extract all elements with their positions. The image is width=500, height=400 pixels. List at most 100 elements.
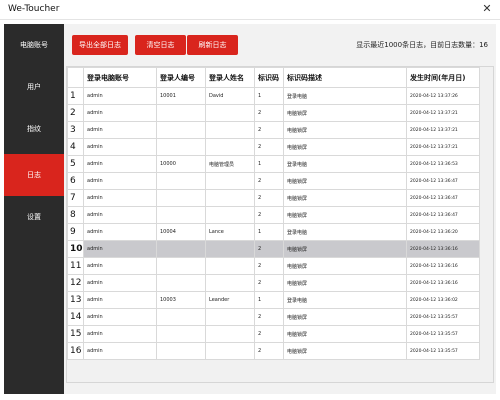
table-row[interactable]: 9 admin 10004 Lance 1 登录电脑 2020-04-12 13:36:20 (67, 223, 480, 241)
row-number: 6 (67, 172, 84, 190)
cell-code-desc: 电脑锁屏 (283, 240, 407, 258)
table-row[interactable]: 11 admin 2 电脑锁屏 2020-04-12 13:36:16 (67, 257, 480, 275)
cell-code-desc: 电脑锁屏 (283, 104, 407, 122)
table-row[interactable]: 12 admin 2 电脑锁屏 2020-04-12 13:36:16 (67, 274, 480, 292)
row-number: 8 (67, 206, 84, 224)
row-number: 4 (67, 138, 84, 156)
cell-account: admin (83, 291, 157, 309)
cell-user-name: Lance (205, 223, 255, 241)
cell-account: admin (83, 87, 157, 105)
sidebar-item-users[interactable]: 用户 (4, 66, 64, 108)
cell-code-desc: 电脑锁屏 (283, 206, 407, 224)
table-row[interactable]: 3 admin 2 电脑锁屏 2020-04-12 13:37:21 (67, 121, 480, 139)
cell-code: 2 (254, 189, 284, 207)
table-row[interactable]: 8 admin 2 电脑锁屏 2020-04-12 13:36:47 (67, 206, 480, 224)
cell-code-desc: 登录电脑 (283, 223, 407, 241)
cell-time: 2020-04-12 13:35:57 (406, 325, 480, 343)
cell-user-name: Leander (205, 291, 255, 309)
cell-code: 2 (254, 308, 284, 326)
row-number: 12 (67, 274, 84, 292)
cell-code-desc: 电脑锁屏 (283, 274, 407, 292)
cell-user-name: 电脑管理员 (205, 155, 255, 173)
log-panel: 导出全部日志 清空日志 刷新日志 显示最近1000条日志，目前日志数量：16 登… (64, 24, 496, 394)
cell-user-name (205, 325, 255, 343)
table-row[interactable]: 7 admin 2 电脑锁屏 2020-04-12 13:36:47 (67, 189, 480, 207)
cell-code: 2 (254, 257, 284, 275)
cell-user-id: 10003 (156, 291, 206, 309)
cell-user-name (205, 274, 255, 292)
column-header-time[interactable]: 发生时间(年月日) (406, 67, 480, 88)
cell-code-desc: 电脑锁屏 (283, 172, 407, 190)
table-row[interactable]: 13 admin 10003 Leander 1 登录电脑 2020-04-12 13:36… (67, 291, 480, 309)
cell-code-desc: 电脑锁屏 (283, 121, 407, 139)
cell-user-id (156, 189, 206, 207)
table-row[interactable]: 10 admin 2 电脑锁屏 2020-04-12 13:36:16 (67, 240, 480, 258)
cell-user-id (156, 342, 206, 360)
cell-code: 2 (254, 325, 284, 343)
cell-time: 2020-04-12 13:36:47 (406, 206, 480, 224)
cell-user-id: 10001 (156, 87, 206, 105)
cell-time: 2020-04-12 13:36:53 (406, 155, 480, 173)
log-table-container[interactable]: 登录电脑账号 登录人编号 登录人姓名 标识码 标识码描述 发生时间(年月日) 1… (66, 66, 494, 383)
table-row[interactable]: 14 admin 2 电脑锁屏 2020-04-12 13:35:57 (67, 308, 480, 326)
cell-account: admin (83, 206, 157, 224)
log-count-status: 显示最近1000条日志，目前日志数量：16 (356, 41, 488, 49)
row-number: 1 (67, 87, 84, 105)
table-row[interactable]: 4 admin 2 电脑锁屏 2020-04-12 13:37:21 (67, 138, 480, 156)
cell-user-name (205, 206, 255, 224)
cell-code-desc: 登录电脑 (283, 291, 407, 309)
cell-code-desc: 电脑锁屏 (283, 325, 407, 343)
refresh-logs-button[interactable]: 刷新日志 (187, 35, 238, 55)
cell-user-name (205, 342, 255, 360)
table-row[interactable]: 1 admin 10001 David 1 登录电脑 2020-04-12 13:37:26 (67, 87, 480, 105)
clear-logs-button[interactable]: 清空日志 (135, 35, 186, 55)
cell-account: admin (83, 172, 157, 190)
cell-account: admin (83, 121, 157, 139)
table-row[interactable]: 6 admin 2 电脑锁屏 2020-04-12 13:36:47 (67, 172, 480, 190)
cell-user-name (205, 104, 255, 122)
title-bar: We-Toucher ✕ (0, 0, 500, 20)
cell-user-name: David (205, 87, 255, 105)
cell-code-desc: 登录电脑 (283, 87, 407, 105)
cell-time: 2020-04-12 13:37:21 (406, 138, 480, 156)
cell-time: 2020-04-12 13:37:26 (406, 87, 480, 105)
cell-code: 1 (254, 291, 284, 309)
cell-time: 2020-04-12 13:36:47 (406, 189, 480, 207)
cell-code-desc: 电脑锁屏 (283, 257, 407, 275)
table-row[interactable]: 5 admin 10000 电脑管理员 1 登录电脑 2020-04-12 13:36:53 (67, 155, 480, 173)
column-header-account[interactable]: 登录电脑账号 (83, 67, 157, 88)
cell-user-id (156, 308, 206, 326)
sidebar-item-logs[interactable]: 日志 (4, 154, 64, 196)
column-header-user-name[interactable]: 登录人姓名 (205, 67, 255, 88)
export-all-logs-button[interactable]: 导出全部日志 (72, 35, 128, 55)
row-number: 7 (67, 189, 84, 207)
sidebar-item-settings[interactable]: 设置 (4, 196, 64, 238)
row-number: 13 (67, 291, 84, 309)
cell-code: 1 (254, 87, 284, 105)
column-header-user-id[interactable]: 登录人编号 (156, 67, 206, 88)
cell-user-id (156, 240, 206, 258)
row-number: 10 (67, 240, 84, 258)
cell-user-id (156, 121, 206, 139)
sidebar-item-fingerprint[interactable]: 指纹 (4, 108, 64, 150)
cell-code: 2 (254, 138, 284, 156)
cell-code-desc: 登录电脑 (283, 155, 407, 173)
cell-code-desc: 电脑锁屏 (283, 138, 407, 156)
row-number: 3 (67, 121, 84, 139)
row-number: 9 (67, 223, 84, 241)
cell-account: admin (83, 325, 157, 343)
sidebar-item-computer-account[interactable]: 电脑账号 (4, 24, 64, 66)
app-window: We-Toucher ✕ 电脑账号 用户 指纹 日志 设置 导出全部日志 清空日… (0, 0, 500, 400)
table-row[interactable]: 2 admin 2 电脑锁屏 2020-04-12 13:37:21 (67, 104, 480, 122)
log-table: 登录电脑账号 登录人编号 登录人姓名 标识码 标识码描述 发生时间(年月日) 1… (67, 67, 480, 360)
table-empty-area (67, 360, 493, 373)
close-icon[interactable]: ✕ (480, 2, 494, 16)
table-row[interactable]: 15 admin 2 电脑锁屏 2020-04-12 13:35:57 (67, 325, 480, 343)
cell-user-name (205, 257, 255, 275)
table-row[interactable]: 16 admin 2 电脑锁屏 2020-04-12 13:35:57 (67, 342, 480, 360)
cell-time: 2020-04-12 13:35:57 (406, 342, 480, 360)
cell-time: 2020-04-12 13:37:21 (406, 121, 480, 139)
column-header-code[interactable]: 标识码 (254, 67, 284, 88)
column-header-code-desc[interactable]: 标识码描述 (283, 67, 407, 88)
cell-account: admin (83, 342, 157, 360)
